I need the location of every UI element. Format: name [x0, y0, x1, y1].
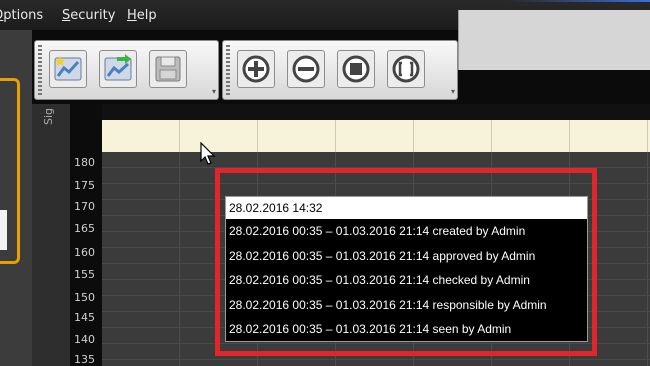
zoom-out-icon — [292, 55, 320, 83]
tooltip-row: 28.02.2016 00:35 – 01.03.2016 21:14 crea… — [229, 224, 526, 238]
left-pane — [0, 30, 33, 366]
new-sparkle-chart-icon — [54, 56, 82, 81]
toolbar-overflow[interactable]: ▾ — [450, 87, 456, 97]
signal-column — [32, 104, 70, 366]
toolbar-empty-area — [458, 10, 650, 70]
zoom-in-icon — [242, 55, 270, 83]
tooltip-row: 28.02.2016 00:35 – 01.03.2016 21:14 appr… — [229, 248, 536, 263]
menu-options[interactable]: Options — [0, 8, 43, 23]
fit-button[interactable] — [337, 50, 375, 88]
save-disk-icon — [155, 56, 181, 82]
scale-tick: 180 — [74, 156, 95, 169]
zoom-out-button[interactable] — [287, 50, 325, 88]
menu-help[interactable]: Help — [127, 8, 157, 23]
fit-selection-button[interactable] — [387, 50, 425, 88]
scale-tick: 160 — [74, 246, 95, 259]
tooltip-row: 28.02.2016 00:35 – 01.03.2016 21:14 chec… — [229, 273, 530, 287]
toolbar-grip[interactable] — [226, 45, 230, 95]
scale-tick: 170 — [74, 200, 95, 213]
menu-security[interactable]: Security — [62, 8, 115, 23]
signal-label: Sig — [42, 107, 55, 125]
event-tooltip: 28.02.2016 14:32 28.02.2016 00:35 – 01.0… — [225, 196, 588, 342]
new-button[interactable] — [49, 50, 87, 88]
scale-tick: 150 — [74, 291, 95, 304]
scale-tick: 175 — [74, 179, 95, 192]
mouse-pointer-icon — [200, 142, 216, 165]
toolbar-group-file: ▾ — [34, 40, 219, 100]
value-scale — [70, 104, 102, 366]
tooltip-row: 28.02.2016 00:35 – 01.03.2016 21:14 seen… — [229, 322, 512, 336]
title-accent — [510, 0, 650, 2]
zoom-in-button[interactable] — [237, 50, 275, 88]
toolbar-overflow[interactable]: ▾ — [211, 87, 217, 97]
toolbar-grip[interactable] — [38, 45, 42, 95]
fit-brackets-icon — [392, 55, 420, 83]
scale-tick: 165 — [74, 222, 95, 235]
scale-tick: 140 — [74, 333, 95, 346]
open-arrow-chart-icon — [104, 54, 132, 81]
scale-tick: 155 — [74, 268, 95, 281]
scale-tick: 135 — [74, 353, 95, 366]
toolbar-group-zoom: ▾ — [222, 40, 458, 100]
open-button[interactable] — [99, 50, 137, 88]
scale-tick: 145 — [74, 311, 95, 324]
time-band[interactable] — [102, 120, 650, 153]
save-button[interactable] — [149, 50, 187, 88]
panel-chip — [0, 210, 7, 250]
tooltip-row: 28.02.2016 00:35 – 01.03.2016 21:14 resp… — [229, 297, 547, 312]
tooltip-timestamp: 28.02.2016 14:32 — [226, 197, 587, 219]
fit-square-icon — [342, 55, 370, 83]
